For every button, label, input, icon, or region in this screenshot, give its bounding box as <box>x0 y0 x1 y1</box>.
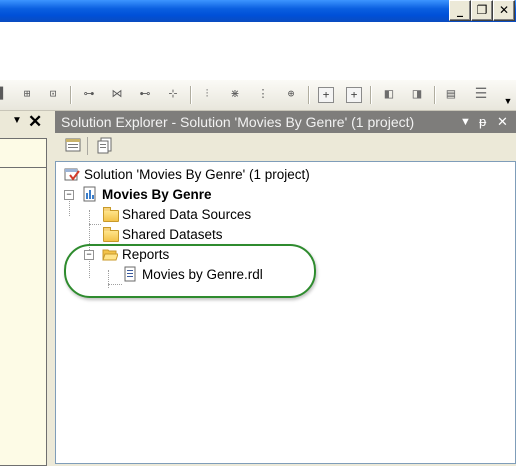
collapse-toggle[interactable]: − <box>64 190 74 200</box>
tree-connector <box>89 224 101 225</box>
toolbar-separator <box>87 137 88 155</box>
solution-explorer-toolbar <box>55 133 516 161</box>
tree-node-label: Movies By Genre <box>102 187 212 202</box>
center-vertically-icon[interactable]: + <box>346 87 362 103</box>
make-same-size-icon[interactable]: ⊡ <box>44 85 62 103</box>
left-docked-pane: ▼ ✕ <box>0 111 52 466</box>
restore-button[interactable]: ❐ <box>471 0 493 21</box>
tree-node-label: Solution 'Movies By Genre' (1 project) <box>84 167 310 182</box>
vertical-spacing-equal-icon[interactable]: ⫶ <box>198 85 216 103</box>
left-pane-header: ▼ ✕ <box>0 111 52 135</box>
tree-node-label: Shared Datasets <box>122 227 223 242</box>
pin-icon[interactable]: ᵽ <box>479 111 486 133</box>
solution-tree: Solution 'Movies By Genre' (1 project) −… <box>55 161 516 464</box>
menu-area <box>0 22 516 80</box>
horizontal-spacing-remove-icon[interactable]: ⊹ <box>164 85 182 103</box>
folder-icon <box>102 226 119 242</box>
send-to-back-icon[interactable]: ◨ <box>408 85 426 103</box>
report-project-icon <box>82 186 98 202</box>
minimize-button[interactable]: _ <box>449 0 471 21</box>
align-icon[interactable]: ▌ <box>0 85 12 103</box>
table-icon[interactable]: ▤ <box>442 85 460 103</box>
tree-node-label: Shared Data Sources <box>122 207 252 222</box>
close-icon[interactable]: ✕ <box>28 112 42 132</box>
center-horizontally-icon[interactable]: + <box>318 87 334 103</box>
horizontal-spacing-decrease-icon[interactable]: ⊷ <box>136 85 154 103</box>
vertical-spacing-remove-icon[interactable]: ⊕ <box>282 85 300 103</box>
toolbar-overflow-chevron-icon[interactable]: ▼ <box>503 95 513 107</box>
list-icon[interactable]: ☰ <box>472 85 490 103</box>
close-window-button[interactable]: ✕ <box>493 0 515 21</box>
solution-icon <box>64 166 80 182</box>
horizontal-spacing-equal-icon[interactable]: ⊶ <box>80 85 98 103</box>
properties-icon[interactable] <box>63 136 83 156</box>
window-title-bar: _ ❐ ✕ <box>0 0 516 22</box>
bring-to-front-icon[interactable]: ◧ <box>380 85 398 103</box>
highlight-ring <box>64 244 316 298</box>
size-to-grid-icon[interactable]: ⊞ <box>18 85 36 103</box>
dropdown-arrow-icon[interactable]: ▼ <box>460 111 471 133</box>
toolbar-separator <box>190 86 191 104</box>
horizontal-spacing-increase-icon[interactable]: ⋈ <box>108 85 126 103</box>
close-icon[interactable]: ✕ <box>497 111 508 133</box>
left-pane-content <box>0 138 47 466</box>
vertical-spacing-increase-icon[interactable]: ⋇ <box>226 85 244 103</box>
dropdown-arrow-icon[interactable]: ▼ <box>12 115 22 126</box>
toolbar-separator <box>370 86 371 104</box>
toolbar-separator <box>434 86 435 104</box>
show-all-files-icon[interactable] <box>95 136 115 156</box>
solution-explorer-title-bar: Solution Explorer - Solution 'Movies By … <box>55 111 516 133</box>
divider <box>0 167 46 168</box>
folder-icon <box>102 206 119 222</box>
vertical-spacing-decrease-icon[interactable]: ⋮ <box>254 85 272 103</box>
toolbar-separator <box>308 86 309 104</box>
layout-toolbar: ▌ ⊞ ⊡ ⊶ ⋈ ⊷ ⊹ ⫶ ⋇ ⋮ ⊕ + + ◧ ◨ ▤ ☰ <box>0 80 516 111</box>
panel-title: Solution Explorer - Solution 'Movies By … <box>61 114 415 130</box>
toolbar-separator <box>70 86 71 104</box>
